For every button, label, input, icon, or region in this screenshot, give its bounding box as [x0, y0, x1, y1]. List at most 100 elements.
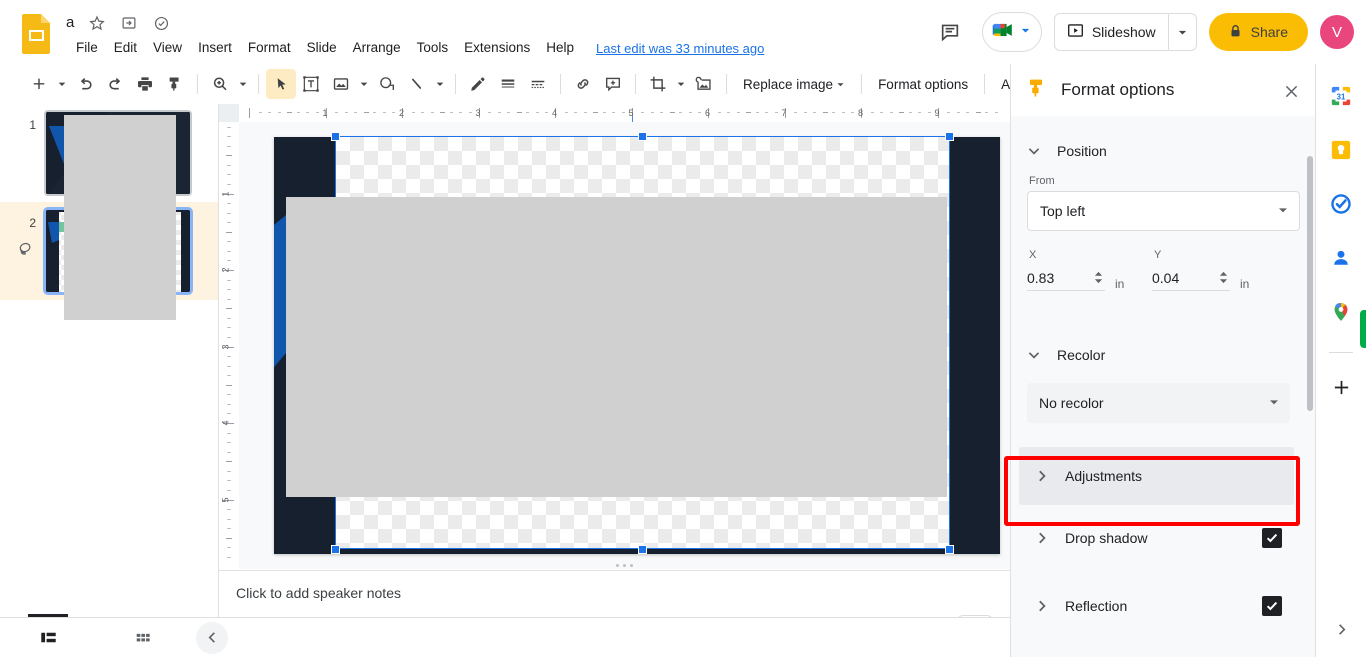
horizontal-ruler[interactable]: 123456789: [219, 104, 1010, 124]
reflection-checkbox[interactable]: [1262, 596, 1282, 616]
google-contacts-icon[interactable]: [1325, 242, 1357, 274]
x-unit: in: [1115, 277, 1125, 291]
menu-edit[interactable]: Edit: [106, 36, 145, 60]
ruler-tick: [306, 112, 310, 113]
section-reflection-row[interactable]: Reflection: [1019, 584, 1294, 628]
slideshow-caret-button[interactable]: [1167, 14, 1196, 50]
menu-help[interactable]: Help: [538, 36, 582, 60]
section-drop-shadow-label: Drop shadow: [1065, 530, 1148, 546]
insert-link-button[interactable]: [568, 69, 598, 99]
bottom-bar: [0, 613, 1010, 657]
resize-handle-top-center[interactable]: [638, 132, 647, 141]
section-position-header[interactable]: Position: [1011, 129, 1316, 173]
comment-history-icon[interactable]: [930, 12, 970, 52]
slide-number: 2: [29, 216, 36, 230]
line-dash-button[interactable]: [523, 69, 553, 99]
zoom-button[interactable]: [205, 69, 235, 99]
y-unit: in: [1240, 277, 1250, 291]
google-meet-button[interactable]: [981, 12, 1042, 52]
menu-tools[interactable]: Tools: [409, 36, 457, 60]
ruler-tick: [226, 461, 232, 463]
position-from-select[interactable]: Top left: [1027, 191, 1300, 231]
add-comment-button[interactable]: [598, 69, 628, 99]
vertical-ruler[interactable]: 1 2 3 4 5: [219, 122, 239, 569]
google-calendar-icon[interactable]: 31: [1325, 80, 1357, 112]
google-keep-icon[interactable]: [1325, 134, 1357, 166]
menu-slide[interactable]: Slide: [299, 36, 345, 60]
zoom-caret-button[interactable]: [235, 69, 251, 99]
menu-extensions[interactable]: Extensions: [456, 36, 538, 60]
x-stepper[interactable]: [1091, 271, 1105, 284]
pen-button[interactable]: [463, 69, 493, 99]
section-adjustments-row[interactable]: Adjustments: [1019, 447, 1294, 505]
move-to-folder-icon[interactable]: [120, 14, 138, 32]
share-button[interactable]: Share: [1208, 13, 1308, 51]
text-box-button[interactable]: [296, 69, 326, 99]
menu-format[interactable]: Format: [240, 36, 299, 60]
grid-view-button[interactable]: [123, 622, 163, 654]
print-button[interactable]: [130, 69, 160, 99]
menu-file[interactable]: File: [68, 36, 106, 60]
ruler-tick: [899, 112, 905, 113]
format-options-button[interactable]: Format options: [869, 70, 977, 98]
menu-arrange[interactable]: Arrange: [345, 36, 409, 60]
crop-caret-button[interactable]: [673, 69, 689, 99]
insert-image-caret-button[interactable]: [356, 69, 372, 99]
google-tasks-icon[interactable]: [1325, 188, 1357, 220]
redo-button[interactable]: [100, 69, 130, 99]
panel-body[interactable]: Position From Top left X 0.83 in Y 0.04 …: [1011, 116, 1316, 657]
section-drop-shadow-row[interactable]: Drop shadow: [1019, 516, 1294, 560]
add-app-button[interactable]: [1325, 371, 1357, 403]
canvas-resize-grip[interactable]: [239, 564, 1010, 567]
last-edit-link[interactable]: Last edit was 33 minutes ago: [592, 38, 768, 59]
resize-handle-bottom-center[interactable]: [638, 545, 647, 554]
from-label: From: [1029, 175, 1055, 187]
new-slide-caret-button[interactable]: [54, 69, 70, 99]
paint-format-button[interactable]: [160, 69, 190, 99]
document-title[interactable]: a: [66, 14, 74, 32]
resize-handle-top-left[interactable]: [331, 132, 340, 141]
slides-logo-icon[interactable]: [20, 12, 54, 54]
line-weight-button[interactable]: [493, 69, 523, 99]
filmstrip-view-button[interactable]: [28, 622, 68, 654]
expand-rail-button[interactable]: [1327, 615, 1355, 643]
speaker-notes-panel[interactable]: Click to add speaker notes: [219, 570, 1010, 617]
panel-scrollbar[interactable]: [1307, 156, 1313, 411]
section-recolor-header[interactable]: Recolor: [1011, 333, 1316, 377]
x-input[interactable]: 0.83: [1027, 265, 1105, 291]
slideshow-button[interactable]: Slideshow: [1055, 14, 1168, 50]
drop-shadow-checkbox[interactable]: [1262, 528, 1282, 548]
ruler-tick: [803, 112, 807, 113]
menu-view[interactable]: View: [145, 36, 190, 60]
collapse-filmstrip-button[interactable]: [196, 621, 228, 654]
close-icon[interactable]: [1278, 78, 1304, 104]
google-maps-icon[interactable]: [1325, 296, 1357, 328]
replace-image-button[interactable]: Replace image: [734, 70, 854, 98]
line-caret-button[interactable]: [432, 69, 448, 99]
insert-image-button[interactable]: [326, 69, 356, 99]
mask-image-button[interactable]: [689, 69, 719, 99]
resize-handle-bottom-left[interactable]: [331, 545, 340, 554]
saved-to-drive-icon[interactable]: [152, 14, 170, 32]
recolor-select[interactable]: No recolor: [1027, 383, 1290, 423]
shape-button[interactable]: [372, 69, 402, 99]
ruler-tick: [227, 480, 231, 482]
crop-button[interactable]: [643, 69, 673, 99]
select-tool-button[interactable]: [266, 69, 296, 99]
ruler-tick: [975, 112, 981, 113]
menu-insert[interactable]: Insert: [190, 36, 240, 60]
y-stepper[interactable]: [1216, 271, 1230, 284]
resize-handle-bottom-right[interactable]: [945, 545, 954, 554]
avatar[interactable]: V: [1320, 15, 1354, 49]
ruler-tick: [315, 112, 319, 113]
notification-peek-indicator[interactable]: [1360, 310, 1366, 348]
resize-handle-top-right[interactable]: [945, 132, 954, 141]
y-input[interactable]: 0.04: [1152, 265, 1230, 291]
undo-button[interactable]: [70, 69, 100, 99]
new-slide-button[interactable]: [24, 69, 54, 99]
ruler-tick: [227, 279, 231, 281]
line-button[interactable]: [402, 69, 432, 99]
ruler-tick: [574, 112, 578, 113]
star-icon[interactable]: [88, 14, 106, 32]
ruler-tick: [227, 164, 231, 166]
